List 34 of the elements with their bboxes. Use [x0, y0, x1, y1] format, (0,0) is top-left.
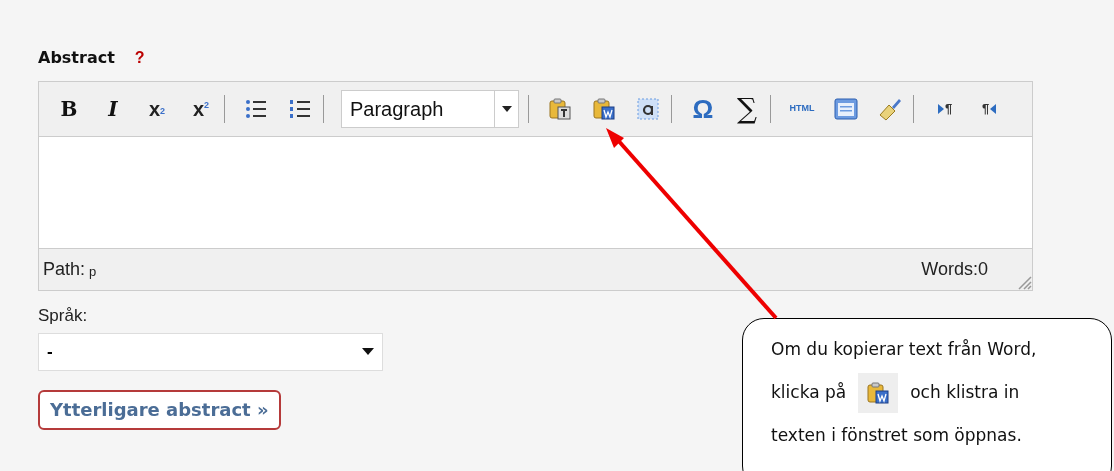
- equation-button[interactable]: ∑: [729, 89, 765, 129]
- arrow-left-icon: [990, 104, 997, 114]
- clipboard-icon: [548, 97, 572, 121]
- callout-text: klicka på: [771, 380, 847, 404]
- clipboard-icon: [866, 380, 891, 405]
- callout-text: och klistra in: [910, 380, 1020, 404]
- arrow-right-icon: [937, 104, 944, 114]
- help-link[interactable]: ?: [134, 46, 145, 70]
- section-title: Abstract: [38, 47, 115, 69]
- numbered-list-icon: [289, 99, 311, 119]
- window-icon: [834, 98, 858, 120]
- more-abstract-button[interactable]: Ytterligare abstract »: [38, 389, 281, 430]
- right-to-left-button[interactable]: ¶: [971, 95, 1007, 123]
- clipboard-icon: [592, 97, 616, 121]
- select-all-icon: [636, 97, 660, 121]
- html-button[interactable]: HTML: [784, 95, 820, 123]
- resize-handle-icon: [1016, 274, 1032, 290]
- bold-button[interactable]: B: [51, 95, 87, 123]
- path-label: Path:: [43, 258, 86, 281]
- caret-icon: [362, 348, 374, 355]
- path-value: p: [89, 262, 97, 281]
- callout-text: texten i fönstret som öppnas.: [771, 423, 1022, 447]
- caret-icon: [501, 106, 512, 112]
- bullet-list-icon: [245, 99, 267, 119]
- italic-button[interactable]: I: [95, 95, 131, 123]
- language-select[interactable]: -: [38, 332, 383, 371]
- brush-icon: [878, 97, 902, 121]
- callout-text: Om du kopierar text från Word,: [771, 338, 1037, 361]
- left-to-right-button[interactable]: ¶: [927, 95, 963, 123]
- language-label: Språk:: [38, 305, 88, 327]
- special-character-button[interactable]: Ω: [685, 95, 721, 123]
- format-select[interactable]: Paragraph: [341, 90, 519, 128]
- superscript-button[interactable]: x$^{2}$: [183, 95, 219, 123]
- word-count: Words:0: [921, 258, 988, 281]
